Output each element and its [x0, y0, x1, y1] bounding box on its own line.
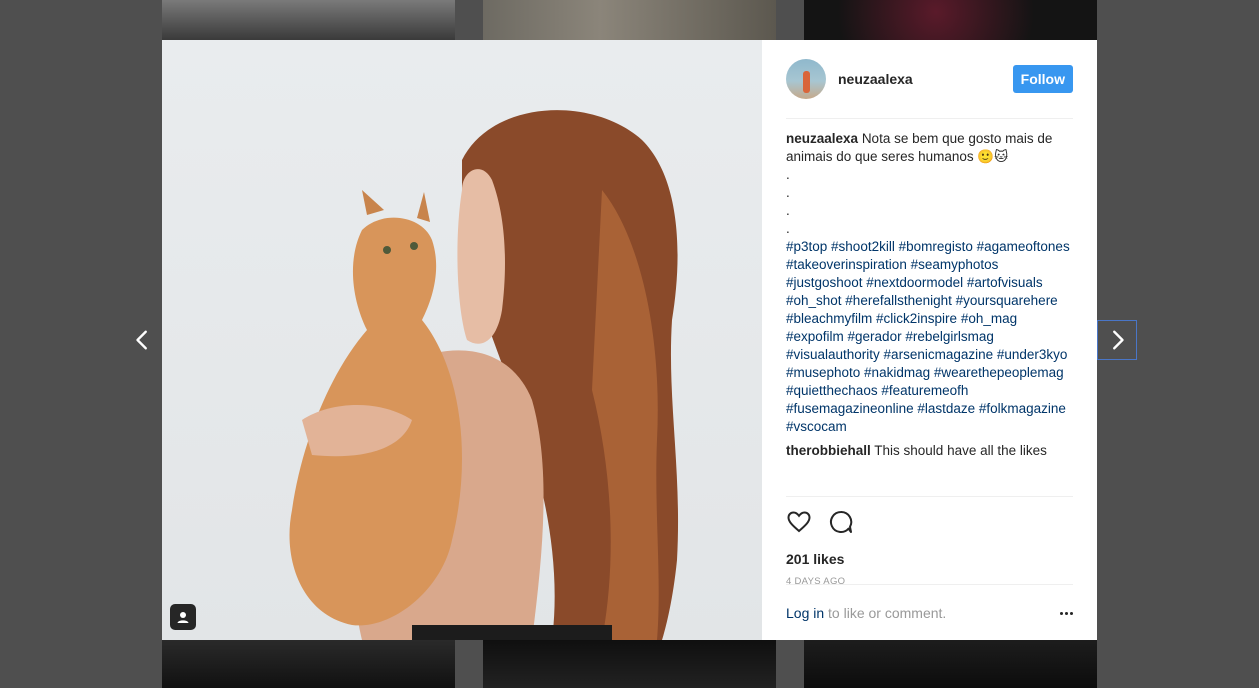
next-post-button[interactable]: [1097, 320, 1137, 360]
comment: therobbiehall This should have all the l…: [786, 442, 1076, 460]
previous-post-button[interactable]: [123, 320, 163, 360]
post-modal: neuzaalexa Follow neuzaalexa Nota se bem…: [162, 40, 1097, 640]
caption: neuzaalexa Nota se bem que gosto mais de…: [786, 130, 1076, 166]
comment-button[interactable]: [828, 509, 854, 535]
caption-dot: .: [786, 203, 790, 218]
chevron-right-icon: [1113, 330, 1124, 350]
post-side-panel: neuzaalexa Follow neuzaalexa Nota se bem…: [762, 40, 1097, 640]
more-options-icon: [1060, 611, 1063, 615]
grid-thumbnail[interactable]: [162, 0, 455, 40]
caption-dot: .: [786, 167, 790, 182]
comment-text: This should have all the likes: [874, 443, 1047, 458]
login-prompt: to like or comment.: [824, 605, 947, 621]
more-options-button[interactable]: [1060, 611, 1073, 615]
caption-dot: .: [786, 185, 790, 200]
grid-thumbnail[interactable]: [804, 640, 1097, 688]
photo-illustration: [289, 110, 679, 640]
grid-thumbnail[interactable]: [162, 640, 455, 688]
post-username[interactable]: neuzaalexa: [838, 71, 913, 87]
heart-icon: [787, 511, 811, 533]
grid-thumbnail[interactable]: [483, 0, 776, 40]
grid-thumbnail[interactable]: [804, 0, 1097, 40]
login-link[interactable]: Log in: [786, 605, 824, 621]
caption-hashtags[interactable]: #p3top #shoot2kill #bomregisto #agameoft…: [786, 238, 1076, 436]
grid-thumbnail[interactable]: [483, 640, 776, 688]
post-photo[interactable]: [162, 40, 762, 640]
follow-button[interactable]: Follow: [1012, 65, 1073, 93]
caption-dot: .: [786, 221, 790, 236]
comment-username[interactable]: therobbiehall: [786, 443, 871, 458]
comment-icon: [830, 510, 853, 533]
post-actions: 201 likes 4 DAYS AGO: [786, 496, 1073, 587]
chevron-left-icon: [136, 330, 147, 350]
comment-footer: Log in to like or comment.: [786, 584, 1073, 641]
avatar[interactable]: [786, 59, 826, 99]
like-button[interactable]: [786, 509, 812, 535]
tagged-users-button[interactable]: [170, 604, 196, 630]
caption-username[interactable]: neuzaalexa: [786, 131, 858, 146]
user-tag-icon: [177, 612, 189, 623]
comments-section: neuzaalexa Nota se bem que gosto mais de…: [786, 130, 1076, 460]
like-count[interactable]: 201 likes: [786, 551, 1073, 567]
post-header: neuzaalexa Follow: [786, 58, 1073, 119]
